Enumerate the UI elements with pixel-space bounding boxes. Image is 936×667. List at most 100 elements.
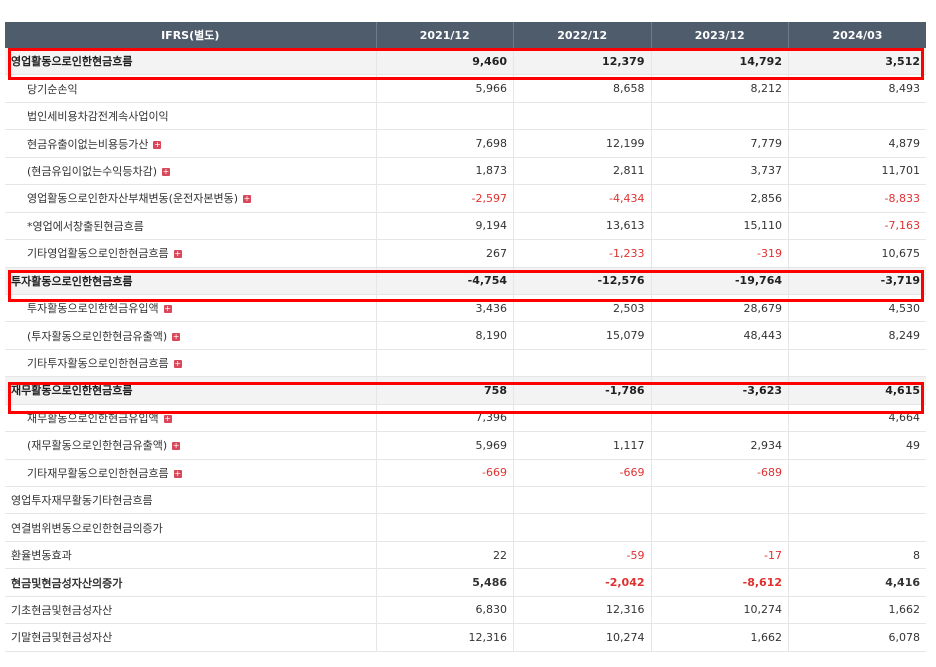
value-cell: 8,249 bbox=[788, 321, 926, 350]
table-row: 투자활동으로인한현금흐름 -4,754 -12,576 -19,764 -3,719 bbox=[5, 267, 926, 295]
value-cell bbox=[651, 513, 789, 542]
value-cell: -1,786 bbox=[513, 376, 652, 405]
value-cell bbox=[376, 102, 514, 131]
value-cell: 7,396 bbox=[376, 404, 514, 433]
table-row: 기타투자활동으로인한현금흐름 + bbox=[5, 349, 926, 378]
row-label: (현금유입이없는수익등차감) bbox=[27, 164, 158, 178]
row-label-cell: 현금및현금성자산의증가 bbox=[5, 568, 377, 597]
value-cell: 49 bbox=[788, 431, 926, 460]
table-row: 영업투자재무활동기타현금흐름 bbox=[5, 486, 926, 515]
row-label-cell: 현금유출이없는비용등가산 + bbox=[5, 129, 377, 158]
value-cell: 9,460 bbox=[376, 48, 514, 76]
plus-square-icon[interactable]: + bbox=[163, 305, 172, 314]
value-cell: 267 bbox=[376, 239, 514, 268]
plus-square-icon[interactable]: + bbox=[173, 250, 182, 259]
table-row: 영업활동으로인한현금흐름 9,460 12,379 14,792 3,512 bbox=[5, 48, 926, 76]
value-cell: 1,662 bbox=[788, 596, 926, 625]
table-row: (현금유입이없는수익등차감) +1,873 2,811 3,737 11,701 bbox=[5, 157, 926, 186]
value-cell: -12,576 bbox=[513, 267, 652, 295]
row-label: 기말현금및현금성자산 bbox=[11, 631, 113, 645]
row-label: 영업활동으로인한현금흐름 bbox=[11, 55, 133, 69]
row-label-cell: 환율변동효과 bbox=[5, 541, 377, 570]
value-cell: -17 bbox=[651, 541, 789, 570]
header-row: IFRS(별도) 2021/12 2022/12 2023/12 2024/03 bbox=[5, 22, 926, 48]
value-cell bbox=[376, 349, 514, 378]
value-cell: 2,856 bbox=[651, 184, 789, 213]
table-row: *영업에서창출된현금흐름 9,194 13,613 15,110 -7,163 bbox=[5, 212, 926, 241]
plus-square-icon[interactable]: + bbox=[173, 360, 182, 369]
table-row: 기타재무활동으로인한현금흐름 + -669 -669 -689 bbox=[5, 459, 926, 488]
value-cell: -669 bbox=[513, 459, 652, 488]
plus-square-icon[interactable]: + bbox=[242, 195, 251, 204]
value-cell bbox=[788, 513, 926, 542]
value-cell bbox=[651, 102, 789, 131]
row-label-cell: 투자활동으로인한현금유입액 + bbox=[5, 294, 377, 323]
row-label: 영업투자재무활동기타현금흐름 bbox=[11, 494, 153, 508]
value-cell: 1,873 bbox=[376, 157, 514, 186]
value-cell: -1,233 bbox=[513, 239, 652, 268]
value-cell: 10,274 bbox=[513, 623, 652, 652]
value-cell: -689 bbox=[651, 459, 789, 488]
plus-square-icon[interactable]: + bbox=[162, 167, 171, 176]
table-row: 현금유출이없는비용등가산 +7,698 12,199 7,779 4,879 bbox=[5, 129, 926, 158]
row-label-cell: 영업투자재무활동기타현금흐름 bbox=[5, 486, 377, 515]
row-label-cell: 재무활동으로인한현금유입액 + bbox=[5, 404, 377, 433]
value-cell: -19,764 bbox=[651, 267, 789, 295]
value-cell: -59 bbox=[513, 541, 652, 570]
value-cell: -319 bbox=[651, 239, 789, 268]
row-label: (투자활동으로인한현금유출액) bbox=[27, 329, 168, 343]
plus-square-icon[interactable]: + bbox=[173, 469, 182, 478]
row-label: 기타재무활동으로인한현금흐름 bbox=[27, 466, 169, 480]
row-label: 현금및현금성자산의증가 bbox=[11, 576, 123, 590]
header-label: IFRS(별도) bbox=[5, 22, 377, 48]
value-cell: -8,612 bbox=[651, 568, 789, 597]
value-cell: 3,737 bbox=[651, 157, 789, 186]
value-cell: 2,503 bbox=[513, 294, 652, 323]
plus-square-icon[interactable]: + bbox=[153, 140, 162, 149]
table-row: (투자활동으로인한현금유출액) +8,190 15,079 48,443 8,249 bbox=[5, 321, 926, 350]
value-cell: 12,199 bbox=[513, 129, 652, 158]
table-row: 재무활동으로인한현금유입액 +7,396 4,664 bbox=[5, 404, 926, 433]
value-cell: 7,779 bbox=[651, 129, 789, 158]
row-label-cell: (현금유입이없는수익등차감) + bbox=[5, 157, 377, 186]
value-cell: 5,969 bbox=[376, 431, 514, 460]
row-label: 영업활동으로인한자산부채변동(운전자본변동) bbox=[27, 192, 238, 206]
plus-square-icon[interactable]: + bbox=[172, 442, 181, 451]
value-cell: 22 bbox=[376, 541, 514, 570]
row-label-cell: 영업활동으로인한현금흐름 bbox=[5, 48, 377, 76]
value-cell: 9,194 bbox=[376, 212, 514, 241]
row-label: 기타투자활동으로인한현금흐름 bbox=[27, 357, 169, 371]
value-cell: 10,675 bbox=[788, 239, 926, 268]
row-label: 투자활동으로인한현금흐름 bbox=[11, 274, 133, 288]
value-cell: 5,486 bbox=[376, 568, 514, 597]
value-cell: -2,597 bbox=[376, 184, 514, 213]
value-cell: 2,811 bbox=[513, 157, 652, 186]
table-row: 영업활동으로인한자산부채변동(운전자본변동) + -2,597 -4,434 2,856… bbox=[5, 184, 926, 213]
value-cell: 4,530 bbox=[788, 294, 926, 323]
value-cell: -8,833 bbox=[788, 184, 926, 213]
value-cell: 1,117 bbox=[513, 431, 652, 460]
value-cell: 8 bbox=[788, 541, 926, 570]
value-cell: -4,754 bbox=[376, 267, 514, 295]
row-label-cell: 영업활동으로인한자산부채변동(운전자본변동) + bbox=[5, 184, 377, 213]
row-label: 현금유출이없는비용등가산 bbox=[27, 137, 149, 151]
value-cell bbox=[513, 102, 652, 131]
plus-square-icon[interactable]: + bbox=[163, 414, 172, 423]
row-label: 당기순손익 bbox=[27, 82, 78, 96]
value-cell: 10,274 bbox=[651, 596, 789, 625]
row-label: 투자활동으로인한현금유입액 bbox=[27, 302, 159, 316]
row-label: 기타영업활동으로인한현금흐름 bbox=[27, 247, 169, 261]
plus-square-icon[interactable]: + bbox=[172, 332, 181, 341]
row-label-cell: 재무활동으로인한현금흐름 bbox=[5, 376, 377, 405]
table-row: 연결범위변동으로인한현금의증가 bbox=[5, 513, 926, 542]
value-cell: 15,110 bbox=[651, 212, 789, 241]
value-cell bbox=[513, 349, 652, 378]
row-label: 법인세비용차감전계속사업이익 bbox=[27, 110, 169, 124]
table-row: 환율변동효과 22 -59 -17 8 bbox=[5, 541, 926, 570]
table-body: 영업활동으로인한현금흐름 9,460 12,379 14,792 3,512 당기순손익 5… bbox=[5, 48, 926, 652]
table-row: 현금및현금성자산의증가 5,486 -2,042 -8,612 4,416 bbox=[5, 568, 926, 597]
value-cell bbox=[651, 349, 789, 378]
row-label: 재무활동으로인한현금유입액 bbox=[27, 411, 159, 425]
row-label-cell: (투자활동으로인한현금유출액) + bbox=[5, 321, 377, 350]
value-cell: 6,830 bbox=[376, 596, 514, 625]
